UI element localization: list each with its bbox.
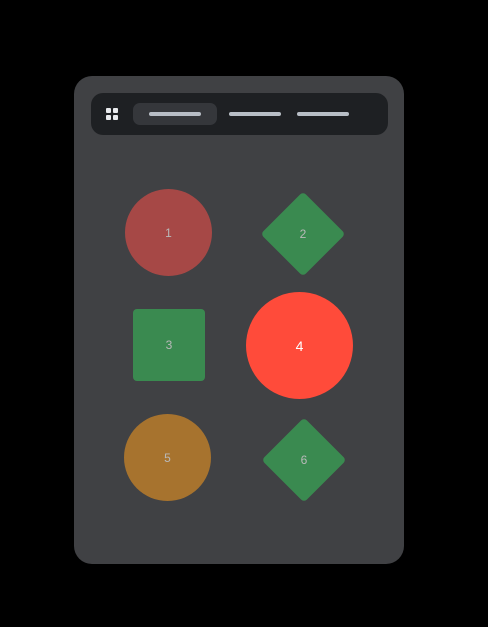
- shape-2-label: 2: [299, 227, 307, 241]
- shape-1-label: 1: [165, 225, 172, 240]
- tab-2-label: [229, 112, 281, 116]
- grid-icon-cell: [113, 108, 118, 113]
- top-nav-bar: [91, 93, 388, 135]
- tab-2[interactable]: [225, 103, 285, 125]
- grid-icon[interactable]: [106, 108, 118, 120]
- shape-5-label: 5: [164, 450, 171, 465]
- shape-2-diamond[interactable]: 2: [260, 191, 346, 277]
- shape-6-diamond[interactable]: 6: [261, 417, 347, 503]
- grid-icon-cell: [106, 108, 111, 113]
- grid-icon-cell: [113, 115, 118, 120]
- shape-3-square[interactable]: 3: [133, 309, 205, 381]
- shape-grid-card: 1 2 3 4 5 6: [74, 76, 404, 564]
- tab-1[interactable]: [133, 103, 217, 125]
- tab-3-label: [297, 112, 349, 116]
- grid-icon-cell: [106, 115, 111, 120]
- shape-4-circle[interactable]: 4: [246, 292, 353, 399]
- tab-1-label: [149, 112, 201, 116]
- shape-6-label: 6: [300, 453, 308, 467]
- shape-5-circle[interactable]: 5: [124, 414, 211, 501]
- shape-4-label: 4: [295, 337, 304, 354]
- shape-3-label: 3: [165, 338, 173, 352]
- shape-1-circle[interactable]: 1: [125, 189, 212, 276]
- tab-3[interactable]: [293, 103, 353, 125]
